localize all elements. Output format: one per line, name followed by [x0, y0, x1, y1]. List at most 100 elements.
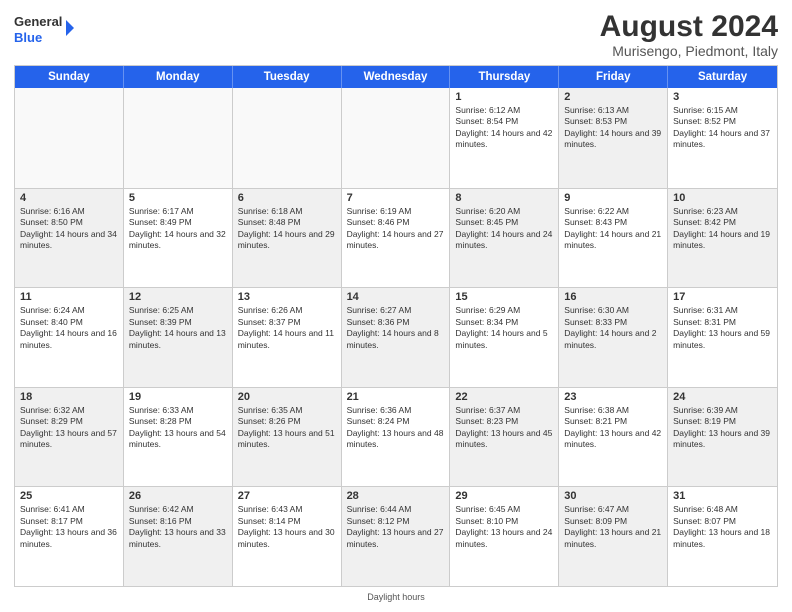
day-number: 5 — [129, 192, 227, 204]
calendar-cell: 7 Sunrise: 6:19 AM Sunset: 8:46 PM Daylig… — [342, 189, 451, 288]
calendar-cell: 15 Sunrise: 6:29 AM Sunset: 8:34 PM Dayli… — [450, 288, 559, 387]
calendar-cell: 12 Sunrise: 6:25 AM Sunset: 8:39 PM Dayli… — [124, 288, 233, 387]
header: General Blue August 2024 Murisengo, Pied… — [14, 10, 778, 59]
day-number: 6 — [238, 192, 336, 204]
day-number: 24 — [673, 391, 772, 403]
day-number: 23 — [564, 391, 662, 403]
day-number: 13 — [238, 291, 336, 303]
calendar-cell: 6 Sunrise: 6:18 AM Sunset: 8:48 PM Daylig… — [233, 189, 342, 288]
calendar-row: 25 Sunrise: 6:41 AM Sunset: 8:17 PM Dayli… — [15, 486, 777, 586]
calendar-header-cell: Wednesday — [342, 66, 451, 88]
cell-text: Sunrise: 6:37 AM Sunset: 8:23 PM Dayligh… — [455, 405, 553, 451]
day-number: 19 — [129, 391, 227, 403]
calendar-cell: 11 Sunrise: 6:24 AM Sunset: 8:40 PM Dayli… — [15, 288, 124, 387]
calendar-header-cell: Tuesday — [233, 66, 342, 88]
cell-text: Sunrise: 6:29 AM Sunset: 8:34 PM Dayligh… — [455, 305, 553, 351]
calendar-cell: 22Sunrise: 6:37 AM Sunset: 8:23 PM Dayli… — [450, 388, 559, 487]
calendar-cell: 21Sunrise: 6:36 AM Sunset: 8:24 PM Dayli… — [342, 388, 451, 487]
day-number: 15 — [455, 291, 553, 303]
cell-text: Sunrise: 6:31 AM Sunset: 8:31 PM Dayligh… — [673, 305, 772, 351]
day-number: 8 — [455, 192, 553, 204]
calendar-header-cell: Friday — [559, 66, 668, 88]
calendar-row: 18Sunrise: 6:32 AM Sunset: 8:29 PM Dayli… — [15, 387, 777, 487]
cell-text: Sunrise: 6:17 AM Sunset: 8:49 PM Dayligh… — [129, 206, 227, 252]
cell-text: Sunrise: 6:45 AM Sunset: 8:10 PM Dayligh… — [455, 504, 553, 550]
day-number: 12 — [129, 291, 227, 303]
subtitle: Murisengo, Piedmont, Italy — [600, 43, 778, 59]
day-number: 18 — [20, 391, 118, 403]
calendar-cell: 2 Sunrise: 6:13 AM Sunset: 8:53 PM Daylig… — [559, 88, 668, 188]
calendar-cell: 18Sunrise: 6:32 AM Sunset: 8:29 PM Dayli… — [15, 388, 124, 487]
day-number: 28 — [347, 490, 445, 502]
calendar-cell: 23Sunrise: 6:38 AM Sunset: 8:21 PM Dayli… — [559, 388, 668, 487]
cell-text: Sunrise: 6:30 AM Sunset: 8:33 PM Dayligh… — [564, 305, 662, 351]
cell-text: Sunrise: 6:20 AM Sunset: 8:45 PM Dayligh… — [455, 206, 553, 252]
cell-text: Sunrise: 6:47 AM Sunset: 8:09 PM Dayligh… — [564, 504, 662, 550]
title-block: August 2024 Murisengo, Piedmont, Italy — [600, 10, 778, 59]
cell-text: Sunrise: 6:24 AM Sunset: 8:40 PM Dayligh… — [20, 305, 118, 351]
cell-text: Sunrise: 6:25 AM Sunset: 8:39 PM Dayligh… — [129, 305, 227, 351]
day-number: 25 — [20, 490, 118, 502]
calendar-cell: 20 Sunrise: 6:35 AM Sunset: 8:26 PM Dayli… — [233, 388, 342, 487]
calendar-cell — [124, 88, 233, 188]
calendar-cell: 31 Sunrise: 6:48 AM Sunset: 8:07 PM Dayli… — [668, 487, 777, 586]
calendar-header-cell: Thursday — [450, 66, 559, 88]
calendar-cell: 8 Sunrise: 6:20 AM Sunset: 8:45 PM Daylig… — [450, 189, 559, 288]
day-number: 31 — [673, 490, 772, 502]
cell-text: Sunrise: 6:48 AM Sunset: 8:07 PM Dayligh… — [673, 504, 772, 550]
cell-text: Sunrise: 6:19 AM Sunset: 8:46 PM Dayligh… — [347, 206, 445, 252]
calendar-cell: 1Sunrise: 6:12 AM Sunset: 8:54 PM Daylig… — [450, 88, 559, 188]
calendar-cell — [342, 88, 451, 188]
calendar-cell: 4Sunrise: 6:16 AM Sunset: 8:50 PM Daylig… — [15, 189, 124, 288]
footer: Daylight hours — [14, 592, 778, 602]
calendar-header: SundayMondayTuesdayWednesdayThursdayFrid… — [15, 66, 777, 88]
calendar-body: 1Sunrise: 6:12 AM Sunset: 8:54 PM Daylig… — [15, 88, 777, 586]
cell-text: Sunrise: 6:42 AM Sunset: 8:16 PM Dayligh… — [129, 504, 227, 550]
svg-text:Blue: Blue — [14, 30, 42, 45]
day-number: 10 — [673, 192, 772, 204]
calendar: SundayMondayTuesdayWednesdayThursdayFrid… — [14, 65, 778, 587]
calendar-cell: 9Sunrise: 6:22 AM Sunset: 8:43 PM Daylig… — [559, 189, 668, 288]
calendar-cell: 10 Sunrise: 6:23 AM Sunset: 8:42 PM Dayli… — [668, 189, 777, 288]
cell-text: Sunrise: 6:44 AM Sunset: 8:12 PM Dayligh… — [347, 504, 445, 550]
calendar-cell: 27Sunrise: 6:43 AM Sunset: 8:14 PM Dayli… — [233, 487, 342, 586]
cell-text: Sunrise: 6:43 AM Sunset: 8:14 PM Dayligh… — [238, 504, 336, 550]
calendar-cell: 30Sunrise: 6:47 AM Sunset: 8:09 PM Dayli… — [559, 487, 668, 586]
day-number: 14 — [347, 291, 445, 303]
logo: General Blue — [14, 10, 74, 50]
day-number: 2 — [564, 91, 662, 103]
cell-text: Sunrise: 6:15 AM Sunset: 8:52 PM Dayligh… — [673, 105, 772, 151]
calendar-row: 1Sunrise: 6:12 AM Sunset: 8:54 PM Daylig… — [15, 88, 777, 188]
svg-text:General: General — [14, 14, 62, 29]
calendar-cell — [233, 88, 342, 188]
calendar-cell: 29Sunrise: 6:45 AM Sunset: 8:10 PM Dayli… — [450, 487, 559, 586]
footer-text: Daylight hours — [367, 592, 425, 602]
day-number: 16 — [564, 291, 662, 303]
calendar-cell: 19Sunrise: 6:33 AM Sunset: 8:28 PM Dayli… — [124, 388, 233, 487]
cell-text: Sunrise: 6:39 AM Sunset: 8:19 PM Dayligh… — [673, 405, 772, 451]
cell-text: Sunrise: 6:35 AM Sunset: 8:26 PM Dayligh… — [238, 405, 336, 451]
cell-text: Sunrise: 6:27 AM Sunset: 8:36 PM Dayligh… — [347, 305, 445, 351]
cell-text: Sunrise: 6:18 AM Sunset: 8:48 PM Dayligh… — [238, 206, 336, 252]
cell-text: Sunrise: 6:12 AM Sunset: 8:54 PM Dayligh… — [455, 105, 553, 151]
logo-svg: General Blue — [14, 10, 74, 50]
calendar-cell: 5 Sunrise: 6:17 AM Sunset: 8:49 PM Daylig… — [124, 189, 233, 288]
cell-text: Sunrise: 6:23 AM Sunset: 8:42 PM Dayligh… — [673, 206, 772, 252]
day-number: 20 — [238, 391, 336, 403]
calendar-header-cell: Saturday — [668, 66, 777, 88]
day-number: 11 — [20, 291, 118, 303]
cell-text: Sunrise: 6:13 AM Sunset: 8:53 PM Dayligh… — [564, 105, 662, 151]
cell-text: Sunrise: 6:36 AM Sunset: 8:24 PM Dayligh… — [347, 405, 445, 451]
calendar-cell: 14 Sunrise: 6:27 AM Sunset: 8:36 PM Dayli… — [342, 288, 451, 387]
calendar-cell: 26Sunrise: 6:42 AM Sunset: 8:16 PM Dayli… — [124, 487, 233, 586]
day-number: 3 — [673, 91, 772, 103]
day-number: 7 — [347, 192, 445, 204]
calendar-cell: 28 Sunrise: 6:44 AM Sunset: 8:12 PM Dayli… — [342, 487, 451, 586]
cell-text: Sunrise: 6:41 AM Sunset: 8:17 PM Dayligh… — [20, 504, 118, 550]
calendar-row: 4Sunrise: 6:16 AM Sunset: 8:50 PM Daylig… — [15, 188, 777, 288]
cell-text: Sunrise: 6:22 AM Sunset: 8:43 PM Dayligh… — [564, 206, 662, 252]
calendar-cell: 24 Sunrise: 6:39 AM Sunset: 8:19 PM Dayli… — [668, 388, 777, 487]
calendar-header-cell: Sunday — [15, 66, 124, 88]
day-number: 4 — [20, 192, 118, 204]
calendar-cell — [15, 88, 124, 188]
